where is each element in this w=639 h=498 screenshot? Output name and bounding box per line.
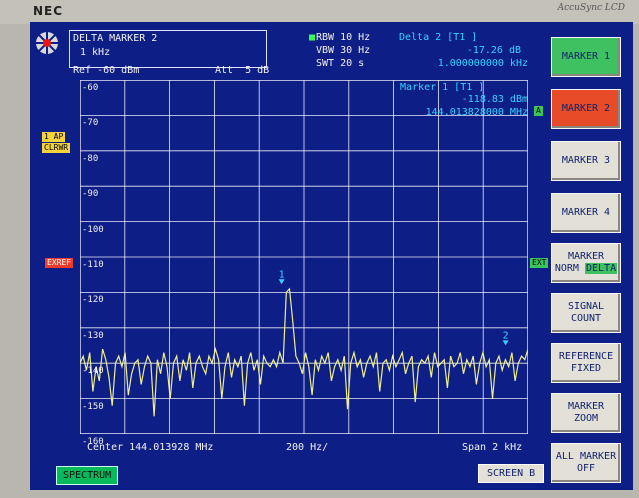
- softkey-reference-fixed-line1: REFERENCE: [558, 351, 614, 362]
- softkey-marker-1[interactable]: MARKER 1: [551, 37, 621, 77]
- delta-frequency: 1.000000000 kHz: [437, 58, 528, 69]
- softkey-signal-count-line1: SIGNAL: [567, 301, 605, 312]
- softkey-marker-4-label: MARKER 4: [561, 207, 611, 218]
- exref-label: EXREF: [45, 258, 74, 268]
- softkey-marker-3[interactable]: MARKER 3: [551, 141, 621, 181]
- y-tick-label: -80: [82, 153, 99, 164]
- monitor-model: AccuSync LCD: [557, 3, 625, 13]
- y-tick-label: -150: [82, 401, 104, 412]
- screen-a-label: A: [534, 106, 543, 116]
- softkey-norm-delta-row: NORM DELTA: [554, 263, 618, 275]
- clrwr-label: CLRWR: [42, 143, 71, 153]
- y-tick-label: -130: [82, 330, 104, 341]
- softkey-marker-zoom-line1: MARKER: [567, 401, 605, 412]
- softkey-all-marker-off-line2: OFF: [576, 463, 596, 474]
- softkey-reference-fixed-line2: FIXED: [570, 363, 602, 374]
- rohde-schwarz-logo-icon: [36, 32, 58, 54]
- monitor-brand: NEC: [33, 4, 64, 18]
- y-tick-label: -90: [82, 189, 99, 200]
- softkey-marker-2-label: MARKER 2: [561, 103, 611, 114]
- marker1-frequency: 144.013828000 MHz: [425, 107, 528, 118]
- softkey-reference-fixed[interactable]: REFERENCE FIXED: [551, 343, 621, 383]
- marker-1-label: 1: [279, 269, 285, 280]
- trace-mode-label: 1 AP: [42, 132, 66, 142]
- marker1-title: Marker 1 [T1 ]: [400, 82, 485, 93]
- attenuation: Att 5 dB: [215, 65, 270, 76]
- marker-info-box: DELTA MARKER 2 1 kHz: [69, 30, 267, 68]
- marker-title: DELTA MARKER 2: [73, 33, 158, 44]
- marker-frequency: 1 kHz: [80, 47, 111, 58]
- marker1-level: -118.83 dBm: [461, 94, 528, 105]
- softkey-signal-count-line2: COUNT: [570, 313, 602, 324]
- monitor-bezel: NEC AccuSync LCD: [0, 0, 639, 24]
- center-frequency: Center 144.013928 MHz: [87, 442, 214, 453]
- softkey-norm-label: NORM: [554, 263, 579, 274]
- softkey-marker-zoom[interactable]: MARKER ZOOM: [551, 393, 621, 433]
- softkey-marker-4[interactable]: MARKER 4: [551, 193, 621, 233]
- softkey-delta-label: DELTA: [585, 263, 618, 274]
- delta-level: -17.26 dB: [466, 45, 521, 56]
- spectrum-svg: 12: [79, 79, 529, 435]
- reference-level: Ref -60 dBm: [73, 65, 140, 76]
- y-tick-label: -60: [82, 83, 99, 93]
- softkey-marker-norm-delta[interactable]: MARKER NORM DELTA: [551, 243, 621, 283]
- softkey-marker-2[interactable]: MARKER 2: [551, 89, 621, 129]
- softkey-marker-norm-delta-title: MARKER: [567, 251, 605, 262]
- spectrum-plot: 12: [79, 79, 529, 435]
- frequency-per-division: 200 Hz/: [286, 442, 329, 453]
- vbw-value: VBW 30 Hz: [316, 45, 371, 56]
- softkey-all-marker-off[interactable]: ALL MARKER OFF: [551, 443, 621, 483]
- softkey-marker-zoom-line2: ZOOM: [573, 413, 599, 424]
- marker-2-label: 2: [503, 330, 509, 341]
- span-value: Span 2 kHz: [462, 442, 523, 453]
- spectrum-mode-button[interactable]: SPECTRUM: [56, 466, 119, 485]
- y-tick-label: -140: [82, 366, 104, 377]
- y-tick-label: -120: [82, 295, 104, 306]
- y-tick-label: -70: [82, 118, 99, 129]
- delta-title: Delta 2 [T1 ]: [399, 32, 478, 43]
- rbw-value: RBW 10 Hz: [316, 32, 371, 43]
- softkey-signal-count[interactable]: SIGNAL COUNT: [551, 293, 621, 333]
- softkey-all-marker-off-line1: ALL MARKER: [555, 451, 617, 462]
- y-tick-label: -100: [82, 224, 104, 235]
- screen-b-button[interactable]: SCREEN B: [478, 464, 545, 483]
- softkey-marker-1-label: MARKER 1: [561, 51, 611, 62]
- analyzer-screen: DELTA MARKER 2 1 kHz Ref -60 dBm Att 5 d…: [30, 22, 633, 490]
- y-tick-label: -110: [82, 260, 104, 270]
- sweep-time: SWT 20 s: [316, 58, 365, 69]
- ext-label: EXT: [530, 258, 549, 268]
- rbw-indicator: ■: [309, 32, 316, 43]
- softkey-marker-3-label: MARKER 3: [561, 155, 611, 166]
